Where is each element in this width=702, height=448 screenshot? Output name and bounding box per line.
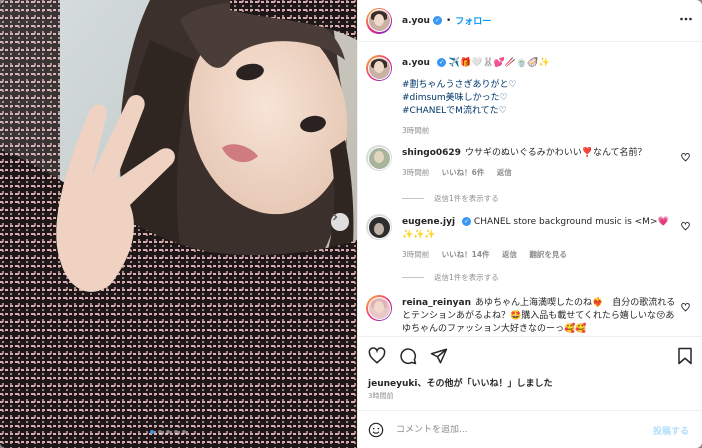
carousel-indicator bbox=[150, 430, 186, 434]
post-modal: a.you ✓ • フォロー a.you ✓ ✈️🎁🤍🐰💕🥢🍵🦪✨ #劃ちゃんう… bbox=[0, 0, 702, 448]
view-replies-button[interactable]: 返信1件を表示する bbox=[402, 193, 499, 204]
commenter-username[interactable]: eugene.jyj bbox=[402, 217, 455, 227]
view-replies-label: 返信1件を表示する bbox=[434, 194, 499, 203]
liked-by-others[interactable]: 、その他が「いいね！」しました bbox=[417, 379, 552, 389]
hashtag-link[interactable]: #劃ちゃんうさぎありがと♡ bbox=[402, 79, 682, 92]
author-avatar[interactable] bbox=[366, 7, 392, 34]
verified-badge-icon: ✓ bbox=[462, 217, 472, 226]
view-replies-label: 返信1件を表示する bbox=[434, 273, 499, 282]
heart-icon[interactable] bbox=[681, 303, 690, 312]
post-photo[interactable] bbox=[0, 0, 357, 448]
hashtag-link[interactable]: #CHANELでM流れてた♡ bbox=[402, 105, 682, 118]
header-separator: • bbox=[445, 15, 452, 26]
translate-button[interactable]: 翻訳を見る bbox=[529, 250, 567, 259]
commenter-avatar[interactable] bbox=[366, 295, 392, 321]
smiley-icon[interactable] bbox=[368, 422, 384, 438]
next-slide-button[interactable] bbox=[331, 213, 349, 231]
comment-likes-link[interactable]: いいね！6件 bbox=[442, 168, 485, 177]
action-bar: jeuneyuki、その他が「いいね！」しました 3時間前 bbox=[358, 336, 702, 408]
comment-composer: 投稿する bbox=[358, 410, 702, 448]
more-icon[interactable] bbox=[679, 12, 693, 26]
comment-time: 3時間前 bbox=[402, 168, 430, 177]
caption-time: 3時間前 bbox=[402, 126, 430, 135]
bookmark-icon bbox=[678, 347, 692, 365]
carousel-dot bbox=[166, 430, 170, 434]
carousel-dot bbox=[174, 430, 178, 434]
commenter-username[interactable]: shingo0629 bbox=[402, 148, 461, 158]
chevron-right-icon bbox=[333, 213, 338, 221]
heart-icon[interactable] bbox=[681, 153, 690, 162]
reply-button[interactable]: 返信 bbox=[502, 250, 517, 259]
share-button[interactable] bbox=[430, 347, 448, 368]
comment-text: ウサギのぬいぐるみかわいい❣️なんて名前？ bbox=[464, 148, 647, 158]
carousel-dot bbox=[158, 430, 162, 434]
author-username[interactable]: a.you bbox=[402, 16, 430, 26]
post-header: a.you ✓ • フォロー bbox=[358, 0, 702, 42]
caption: a.you ✓ ✈️🎁🤍🐰💕🥢🍵🦪✨ #劃ちゃんうさぎありがと♡ #dimsum美… bbox=[366, 55, 696, 135]
heart-icon bbox=[368, 347, 386, 364]
heart-icon[interactable] bbox=[681, 222, 690, 231]
comment: eugene.jyj ✓ CHANEL store background musi… bbox=[366, 214, 696, 284]
verified-badge-icon: ✓ bbox=[436, 58, 446, 67]
save-button[interactable] bbox=[677, 347, 693, 368]
comment-likes-link[interactable]: いいね！14件 bbox=[442, 250, 490, 259]
comment-button[interactable] bbox=[399, 347, 417, 368]
like-button[interactable] bbox=[368, 347, 386, 368]
share-icon bbox=[430, 348, 448, 364]
carousel-dot bbox=[150, 430, 154, 434]
view-replies-button[interactable]: 返信1件を表示する bbox=[402, 272, 499, 283]
post-panel: a.you ✓ • フォロー a.you ✓ ✈️🎁🤍🐰💕🥢🍵🦪✨ #劃ちゃんう… bbox=[357, 0, 702, 448]
commenter-avatar[interactable] bbox=[366, 214, 392, 240]
selfie-image bbox=[0, 0, 357, 448]
post-comment-button[interactable]: 投稿する bbox=[653, 424, 689, 437]
commenter-username[interactable]: reina_reinyan bbox=[402, 298, 471, 308]
verified-badge-icon: ✓ bbox=[432, 16, 442, 25]
commenter-avatar[interactable] bbox=[366, 145, 392, 171]
reply-button[interactable]: 返信 bbox=[497, 168, 512, 177]
comments-list[interactable]: a.you ✓ ✈️🎁🤍🐰💕🥢🍵🦪✨ #劃ちゃんうさぎありがと♡ #dimsum美… bbox=[358, 43, 702, 335]
caption-avatar[interactable] bbox=[366, 55, 392, 81]
comment-time: 3時間前 bbox=[402, 250, 430, 259]
caption-emoji: ✈️🎁🤍🐰💕🥢🍵🦪✨ bbox=[448, 58, 550, 68]
liked-by-text: jeuneyuki、その他が「いいね！」しました bbox=[368, 376, 552, 389]
post-time: 3時間前 bbox=[368, 392, 394, 400]
comment: shingo0629 ウサギのぬいぐるみかわいい❣️なんて名前？ 3時間前 いいね… bbox=[366, 145, 696, 207]
liked-by-user[interactable]: jeuneyuki bbox=[368, 379, 417, 389]
comment-icon bbox=[400, 348, 417, 365]
comment: reina_reinyan あゆちゃん上海満喫したのね❤️‍🔥 自分の歌流れるとテ… bbox=[366, 295, 696, 335]
comment-input[interactable] bbox=[396, 424, 636, 435]
follow-button[interactable]: フォロー bbox=[455, 14, 491, 27]
caption-username[interactable]: a.you bbox=[402, 58, 430, 68]
hashtag-link[interactable]: #dimsum美味しかった♡ bbox=[402, 92, 682, 105]
carousel-dot bbox=[182, 430, 186, 434]
